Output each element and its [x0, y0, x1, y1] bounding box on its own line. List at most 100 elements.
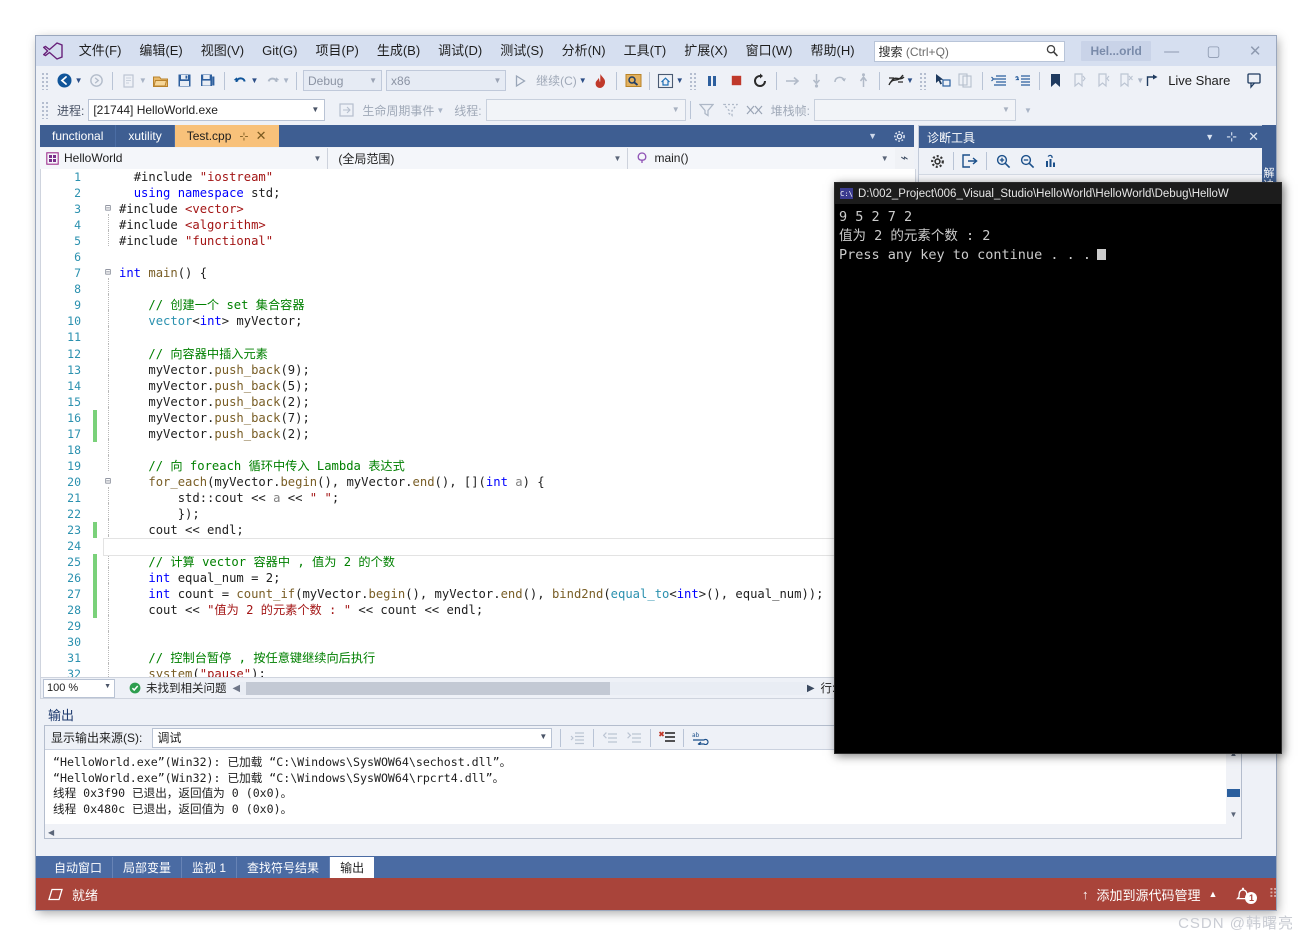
nav-member-combo[interactable]: main() ▼: [628, 147, 895, 169]
code-text[interactable]: [119, 281, 915, 297]
code-text[interactable]: [119, 249, 915, 265]
add-to-source-control-button[interactable]: 添加到源代码管理: [1097, 885, 1201, 904]
close-icon[interactable]: ✕: [256, 128, 267, 144]
scrollbar-thumb[interactable]: [246, 681, 611, 695]
close-button[interactable]: ✕: [1234, 36, 1276, 66]
undo-icon[interactable]: [230, 70, 252, 92]
nav-project-combo[interactable]: HelloWorld ▼: [40, 147, 329, 169]
close-icon[interactable]: ✕: [1248, 129, 1259, 145]
code-line[interactable]: 21 std::cout << a << " ";: [41, 486, 915, 506]
resize-grip-icon[interactable]: ⠿: [1268, 886, 1276, 902]
code-text[interactable]: #include <algorithm>: [119, 217, 915, 233]
gear-icon[interactable]: [885, 130, 914, 143]
code-line[interactable]: 9 // 创建一个 set 集合容器: [41, 294, 915, 313]
bottom-tab-output[interactable]: 输出: [330, 856, 375, 878]
threads-dropdown-icon[interactable]: ▼: [906, 76, 914, 85]
pin-icon[interactable]: ⊹: [239, 130, 248, 143]
code-line[interactable]: 23 cout << endl;: [41, 519, 915, 539]
code-line[interactable]: 4 #include <algorithm>: [41, 214, 915, 233]
menu-file[interactable]: 文件(F): [70, 39, 131, 63]
navigate-backward-dropdown-icon[interactable]: ▼: [75, 76, 83, 85]
uncomment-lines-icon[interactable]: [1012, 70, 1034, 92]
code-line[interactable]: 27 int count = count_if(myVector.begin()…: [41, 583, 915, 603]
continue-play-icon[interactable]: [509, 70, 531, 92]
code-content[interactable]: 1 #include "iostream" 2 using namespace s…: [41, 169, 915, 677]
toolbar-grip[interactable]: [41, 71, 50, 90]
debug-toolbar-overflow-icon[interactable]: ▼: [1024, 106, 1032, 115]
split-editor-icon[interactable]: ⌁: [895, 150, 914, 166]
code-line[interactable]: 26 int equal_num = 2;: [41, 567, 915, 587]
doc-tab-xutility[interactable]: xutility: [116, 125, 175, 147]
code-text[interactable]: cout << endl;: [119, 522, 915, 538]
menu-extensions[interactable]: 扩展(X): [675, 39, 736, 63]
code-text[interactable]: [119, 634, 915, 650]
hot-reload-icon[interactable]: [590, 70, 612, 92]
code-line[interactable]: 17 myVector.push_back(2);: [41, 422, 915, 442]
menu-analyze[interactable]: 分析(N): [553, 39, 615, 63]
notifications-bell-icon[interactable]: 1: [1235, 886, 1258, 904]
code-text[interactable]: using namespace std;: [119, 185, 915, 201]
code-text[interactable]: // 创建一个 set 集合容器: [119, 297, 915, 313]
process-combo[interactable]: [21744] HelloWorld.exe ▼: [88, 99, 326, 121]
stack-frame-combo[interactable]: ▼: [813, 99, 1016, 121]
comment-lines-icon[interactable]: [988, 70, 1010, 92]
code-text[interactable]: });: [119, 506, 915, 522]
code-text[interactable]: // 控制台暂停 , 按任意键继续向后执行: [119, 650, 915, 666]
code-text[interactable]: int equal_num = 2;: [119, 570, 915, 586]
code-text[interactable]: cout << "值为 2 的元素个数 : " << count << endl…: [119, 602, 915, 618]
undo-dropdown-icon[interactable]: ▼: [251, 76, 259, 85]
bookmarks-overflow-icon[interactable]: ▼: [1136, 76, 1144, 85]
code-text[interactable]: #include "functional": [119, 233, 915, 249]
code-text[interactable]: // 向容器中插入元素: [119, 346, 915, 362]
menu-view[interactable]: 视图(V): [192, 39, 253, 63]
code-line[interactable]: 22 });: [41, 502, 915, 522]
code-line[interactable]: 2 using namespace std;: [41, 185, 915, 201]
code-text[interactable]: myVector.push_back(5);: [119, 378, 915, 394]
code-line[interactable]: 16 myVector.push_back(7);: [41, 406, 915, 426]
continue-label[interactable]: 继续(C): [532, 72, 581, 89]
menu-test[interactable]: 测试(S): [491, 39, 552, 63]
pin-icon[interactable]: ⊹: [1226, 129, 1237, 145]
code-line[interactable]: 31 // 控制台暂停 , 按任意键继续向后执行: [41, 647, 915, 666]
break-all-pause-icon[interactable]: [702, 70, 724, 92]
code-line[interactable]: 13 myVector.push_back(9);: [41, 358, 915, 378]
settings-gear-icon[interactable]: [926, 150, 948, 172]
console-window[interactable]: C:\ D:\002_Project\006_Visual_Studio\Hel…: [834, 182, 1282, 754]
editor-horizontal-scrollbar[interactable]: ◀ ▶: [233, 681, 815, 695]
code-line[interactable]: 30: [41, 631, 915, 650]
code-line[interactable]: 24: [41, 535, 915, 554]
output-vertical-scrollbar[interactable]: ▲ ▼: [1226, 749, 1241, 824]
bottom-tab-find-symbol-results[interactable]: 查找符号结果: [237, 856, 331, 878]
doc-tab-testcpp[interactable]: Test.cpp ⊹ ✕: [174, 125, 279, 147]
maximize-button[interactable]: ▢: [1193, 36, 1235, 66]
code-line[interactable]: 20 ⊟ for_each(myVector.begin(), myVector.…: [41, 474, 915, 490]
scrollbar-track[interactable]: [240, 681, 807, 695]
bookmark-icon[interactable]: [1045, 70, 1067, 92]
code-line[interactable]: 6: [41, 249, 915, 265]
menu-debug[interactable]: 调试(D): [429, 39, 491, 63]
minimize-button[interactable]: —: [1151, 36, 1193, 66]
menu-window[interactable]: 窗口(W): [737, 39, 802, 63]
home-dropdown-icon[interactable]: ▼: [676, 76, 684, 85]
menu-project[interactable]: 项目(P): [306, 39, 367, 63]
bottom-tab-locals[interactable]: 局部变量: [113, 856, 183, 878]
chevron-up-icon[interactable]: ▲: [1209, 889, 1218, 899]
toolbar-grip[interactable]: [918, 71, 928, 90]
output-horizontal-scrollbar[interactable]: ◀: [45, 824, 1241, 838]
search-input[interactable]: 搜索 (Ctrl+Q): [873, 40, 1066, 62]
code-line[interactable]: 5 #include "functional": [41, 230, 915, 249]
bottom-tab-watch1[interactable]: 监视 1: [182, 856, 238, 878]
code-text[interactable]: #include "iostream": [119, 169, 915, 185]
code-text[interactable]: myVector.push_back(9);: [119, 362, 915, 378]
feedback-icon[interactable]: [1244, 70, 1266, 92]
scroll-right-icon[interactable]: ▶: [807, 683, 815, 694]
toggle-word-wrap-icon[interactable]: ab: [689, 727, 711, 749]
menu-tools[interactable]: 工具(T): [615, 39, 676, 63]
solution-config-combo[interactable]: Debug ▼: [303, 70, 383, 91]
output-text[interactable]: “HelloWorld.exe”(Win32): 已加载 “C:\Windows…: [45, 750, 1241, 817]
panel-menu-dropdown-icon[interactable]: ▼: [1205, 132, 1214, 142]
open-file-icon[interactable]: [150, 70, 172, 92]
code-line[interactable]: 18: [41, 438, 915, 458]
code-text[interactable]: int count = count_if(myVector.begin(), m…: [119, 586, 915, 602]
nav-scope-combo[interactable]: (全局范围) ▼: [328, 147, 629, 169]
